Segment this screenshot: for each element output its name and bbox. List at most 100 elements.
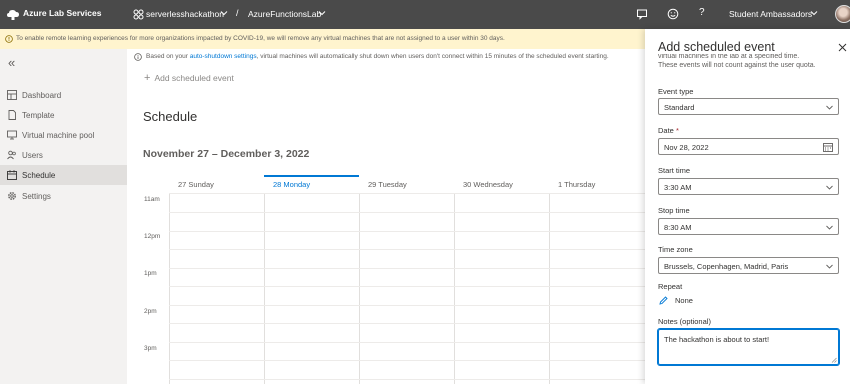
add-scheduled-event-button[interactable]: + Add scheduled event xyxy=(144,72,234,84)
plus-icon: + xyxy=(144,72,151,84)
add-scheduled-event-panel: virtual machines in the lab at a specifi… xyxy=(645,29,850,384)
hour-label: 12pm xyxy=(144,233,161,240)
dashboard-icon xyxy=(7,90,17,100)
sidebar-item-label: Virtual machine pool xyxy=(22,130,95,140)
week-range: November 27 – December 3, 2022 xyxy=(143,148,310,160)
close-icon[interactable] xyxy=(838,43,847,52)
notes-label: Notes (optional) xyxy=(658,317,711,326)
lab-selector[interactable]: AzureFunctionsLab xyxy=(248,9,321,19)
notes-value: The hackathon is about to start! xyxy=(664,335,770,344)
lab-plan-icon xyxy=(133,9,144,20)
day-header: 29 Tuesday xyxy=(368,180,407,189)
lab-plan-selector[interactable]: serverlesshackathon xyxy=(146,9,224,19)
add-event-label: Add scheduled event xyxy=(154,73,234,83)
grid-line xyxy=(549,194,550,384)
grid-line xyxy=(264,194,265,384)
collapse-sidebar-icon[interactable]: « xyxy=(8,55,15,70)
user-menu[interactable]: Student Ambassadors xyxy=(729,9,812,19)
main-content: Based on your auto-shutdown settings, vi… xyxy=(127,49,645,384)
time-zone-label: Time zone xyxy=(658,245,693,254)
hour-label: 1pm xyxy=(144,270,157,277)
grid-line xyxy=(169,231,645,232)
time-zone-value: Brussels, Copenhagen, Madrid, Paris xyxy=(664,262,789,271)
chevron-down-icon xyxy=(826,185,833,190)
sidebar-item-schedule[interactable]: Schedule xyxy=(0,165,127,185)
panel-title: Add scheduled event xyxy=(658,40,775,54)
app-title[interactable]: Azure Lab Services xyxy=(23,8,101,18)
auto-shutdown-settings-link[interactable]: auto-shutdown settings xyxy=(190,53,257,60)
info-icon xyxy=(134,53,142,61)
chevron-down-icon xyxy=(826,264,833,269)
grid-line xyxy=(169,379,645,380)
grid-line xyxy=(359,194,360,384)
sidebar-item-dashboard[interactable]: Dashboard xyxy=(0,85,127,105)
warning-icon xyxy=(5,35,13,43)
hour-label: 11am xyxy=(144,196,160,203)
avatar[interactable] xyxy=(835,5,850,23)
sidebar: « Dashboard Template Virtual machine poo… xyxy=(0,49,127,384)
chevron-down-icon xyxy=(826,105,833,110)
sidebar-item-vm-pool[interactable]: Virtual machine pool xyxy=(0,125,127,145)
feedback-icon[interactable] xyxy=(636,8,648,20)
chevron-down-icon[interactable] xyxy=(318,9,326,17)
panel-description: virtual machines in the lab at a specifi… xyxy=(658,53,800,60)
hour-label: 3pm xyxy=(144,345,157,352)
grid-line xyxy=(169,268,645,269)
day-header: 28 Monday xyxy=(273,180,311,189)
event-type-dropdown[interactable]: Standard xyxy=(658,98,839,115)
gear-icon xyxy=(8,192,16,200)
sidebar-item-settings[interactable]: Settings xyxy=(0,186,127,206)
grid-line xyxy=(169,323,645,324)
date-label: Date * xyxy=(658,126,679,135)
week-calendar: 27 Sunday 28 Monday 29 Tuesday 30 Wednes… xyxy=(143,175,645,384)
chevron-down-icon xyxy=(826,225,833,230)
day-header: 27 Sunday xyxy=(178,180,214,189)
date-label-text: Date xyxy=(658,126,674,135)
users-icon xyxy=(7,150,16,160)
pencil-icon[interactable] xyxy=(659,296,668,305)
grid-line xyxy=(169,360,645,361)
sidebar-item-label: Dashboard xyxy=(22,90,62,100)
calendar-grid[interactable] xyxy=(169,193,645,384)
grid-line xyxy=(169,194,170,384)
repeat-value: None xyxy=(675,296,693,305)
panel-description: These events will not count against the … xyxy=(658,62,816,69)
grid-line xyxy=(169,249,645,250)
date-value: Nov 28, 2022 xyxy=(664,143,709,152)
sidebar-item-label: Settings xyxy=(22,191,51,201)
info-suffix: , virtual machines will automatically sh… xyxy=(256,53,609,60)
stop-time-dropdown[interactable]: 8:30 AM xyxy=(658,218,839,235)
time-zone-dropdown[interactable]: Brussels, Copenhagen, Madrid, Paris xyxy=(658,257,839,274)
resize-handle-icon[interactable] xyxy=(831,357,837,363)
calendar-icon[interactable] xyxy=(823,142,833,152)
sidebar-item-template[interactable]: Template xyxy=(0,105,127,125)
top-bar: Azure Lab Services serverlesshackathon /… xyxy=(0,0,850,29)
banner-text: To enable remote learning experiences fo… xyxy=(16,35,505,42)
stop-time-value: 8:30 AM xyxy=(664,223,692,232)
smiley-icon[interactable] xyxy=(667,8,679,20)
schedule-icon xyxy=(7,170,17,180)
help-icon[interactable]: ? xyxy=(699,7,705,18)
date-picker[interactable]: Nov 28, 2022 xyxy=(658,138,839,155)
sidebar-item-label: Users xyxy=(22,150,43,160)
notes-textarea[interactable]: The hackathon is about to start! xyxy=(657,328,840,366)
template-icon xyxy=(8,110,16,120)
chevron-down-icon[interactable] xyxy=(220,9,228,17)
repeat-label: Repeat xyxy=(658,282,683,291)
event-type-value: Standard xyxy=(664,103,695,112)
start-time-dropdown[interactable]: 3:30 AM xyxy=(658,178,839,195)
info-prefix: Based on your xyxy=(146,53,190,60)
grid-line xyxy=(169,305,645,306)
sidebar-item-label: Schedule xyxy=(22,170,56,180)
page-title: Schedule xyxy=(143,109,198,124)
azure-lab-services-logo-icon xyxy=(7,10,19,20)
start-time-label: Start time xyxy=(658,166,691,175)
chevron-down-icon[interactable] xyxy=(810,9,818,17)
sidebar-item-users[interactable]: Users xyxy=(0,145,127,165)
event-type-label: Event type xyxy=(658,87,694,96)
day-header: 30 Wednesday xyxy=(463,180,513,189)
day-header: 1 Thursday xyxy=(558,180,596,189)
stop-time-label: Stop time xyxy=(658,206,690,215)
auto-shutdown-info: Based on your auto-shutdown settings, vi… xyxy=(146,53,609,60)
grid-line xyxy=(454,194,455,384)
